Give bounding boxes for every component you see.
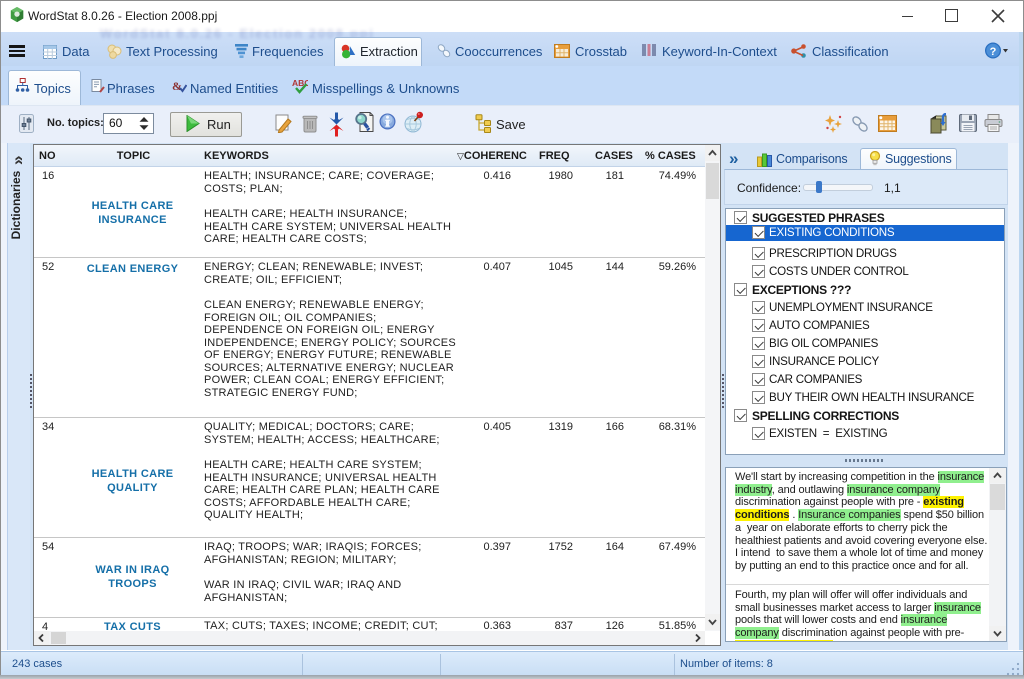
svg-text:?: ? xyxy=(990,46,997,58)
svg-text:&: & xyxy=(172,79,182,93)
